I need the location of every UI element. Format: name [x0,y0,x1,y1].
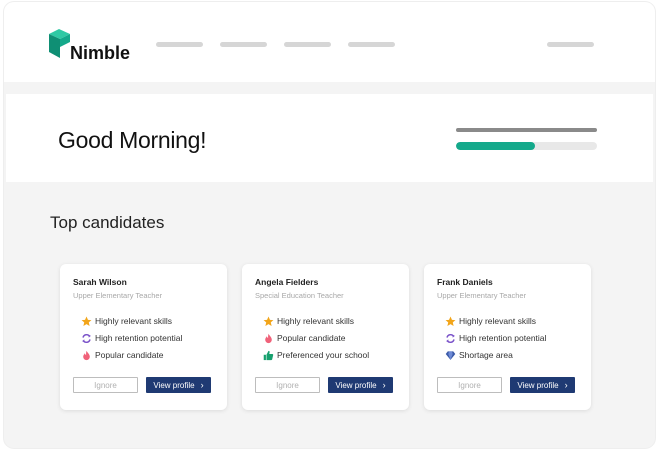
section-title: Top candidates [50,213,165,232]
feature-label: Highly relevant skills [277,316,354,326]
ignore-button[interactable]: Ignore [73,377,138,393]
candidate-name: Frank Daniels [437,277,493,287]
candidate-feature: Popular candidate [262,332,346,344]
brand-logo[interactable]: Nimble [46,28,130,62]
candidate-card: Sarah Wilson Upper Elementary Teacher High… [60,264,227,410]
progress-bar [456,142,597,150]
star-icon [80,315,92,327]
view-profile-button[interactable]: View profile › [146,377,211,393]
chevron-right-icon: › [564,380,568,390]
view-profile-label: View profile [517,380,559,390]
chevron-right-icon: › [200,380,204,390]
candidate-name: Sarah Wilson [73,277,127,287]
candidate-feature: Highly relevant skills [262,315,354,327]
nav-link-placeholder-1[interactable] [156,42,203,47]
chevron-right-icon: › [382,380,386,390]
ignore-button[interactable]: Ignore [255,377,320,393]
star-icon [444,315,456,327]
candidate-role: Special Education Teacher [255,291,344,300]
brand-name: Nimble [70,43,131,63]
candidate-feature: Highly relevant skills [444,315,536,327]
candidate-card: Frank Daniels Upper Elementary Teacher Hig… [424,264,591,410]
ignore-button[interactable]: Ignore [437,377,502,393]
candidate-feature: Preferenced your school [262,349,369,361]
nimble-logo-icon [46,28,76,62]
nav-link-placeholder-4[interactable] [348,42,395,47]
progress-bar-fill [456,142,535,150]
candidate-feature: High retention potential [80,332,182,344]
star-icon [262,315,274,327]
feature-label: Highly relevant skills [459,316,536,326]
candidate-role: Upper Elementary Teacher [437,291,527,300]
feature-label: Popular candidate [95,350,164,360]
retention-cycle-icon [444,332,456,344]
feature-label: Highly relevant skills [95,316,172,326]
greeting-panel: Good Morning! [6,94,653,182]
view-profile-button[interactable]: View profile › [510,377,575,393]
diamond-icon [444,349,456,361]
feature-label: Popular candidate [277,333,346,343]
candidate-card: Angela Fielders Special Education Teacher… [242,264,409,410]
candidate-feature: Highly relevant skills [80,315,172,327]
top-navigation: Nimble [4,2,655,82]
progress-label-placeholder [456,128,597,132]
app-window: Nimble Good Morning! Top candidates Sara… [4,2,655,448]
candidate-name: Angela Fielders [255,277,319,287]
feature-label: Preferenced your school [277,350,370,360]
flame-icon [80,349,92,361]
candidate-role: Upper Elementary Teacher [73,291,163,300]
feature-label: High retention potential [459,333,547,343]
view-profile-button[interactable]: View profile › [328,377,393,393]
account-menu-placeholder[interactable] [547,42,594,47]
candidate-feature: High retention potential [444,332,546,344]
view-profile-label: View profile [153,380,195,390]
view-profile-label: View profile [335,380,377,390]
nav-link-placeholder-3[interactable] [284,42,331,47]
candidate-feature: Popular candidate [80,349,164,361]
flame-icon [262,332,274,344]
greeting-title: Good Morning! [58,127,207,153]
feature-label: High retention potential [95,333,183,343]
retention-cycle-icon [80,332,92,344]
thumbs-up-icon [262,349,274,361]
feature-label: Shortage area [459,350,513,360]
candidate-feature: Shortage area [444,349,513,361]
nav-link-placeholder-2[interactable] [220,42,267,47]
